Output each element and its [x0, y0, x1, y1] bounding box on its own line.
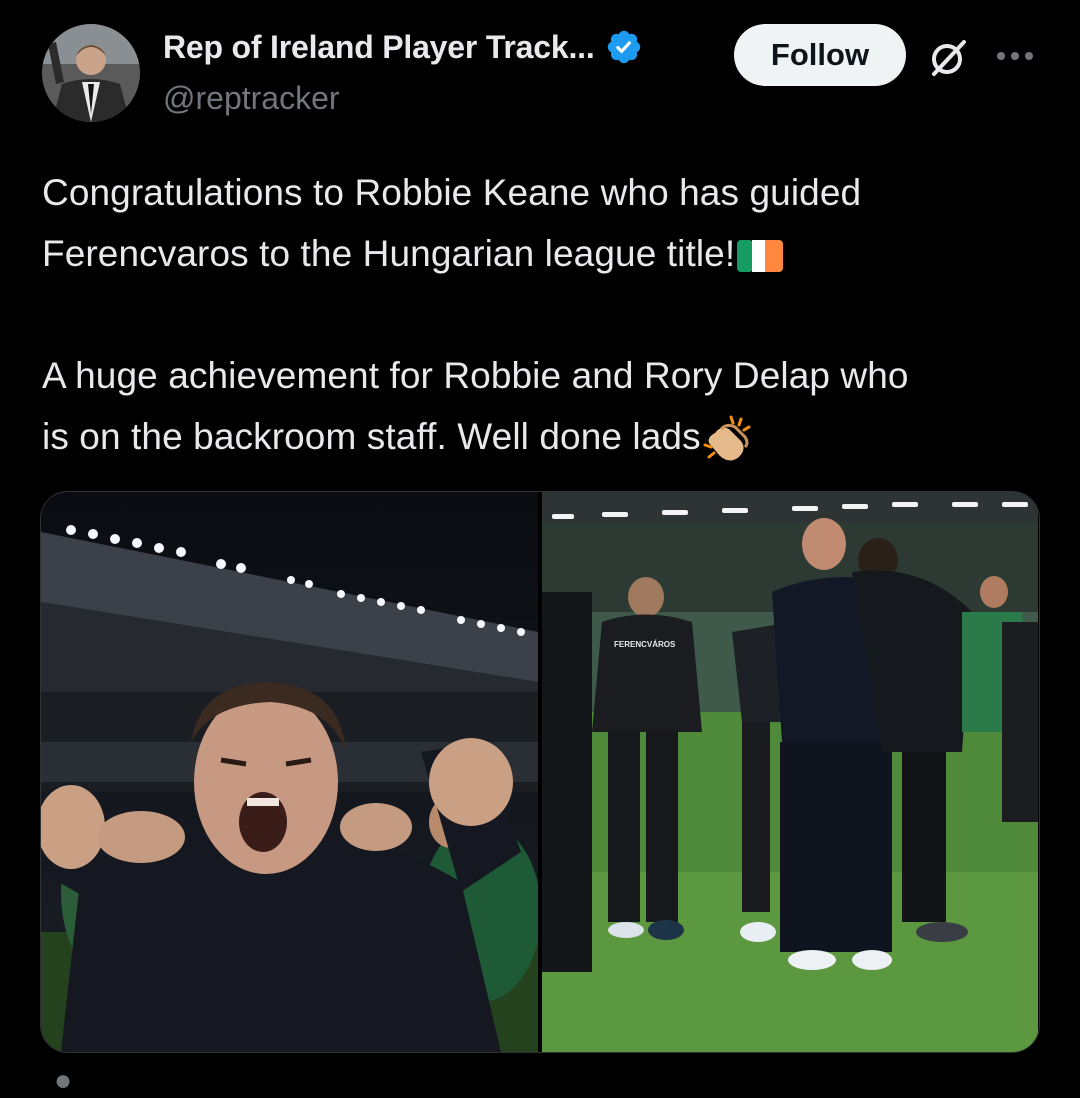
- follow-button[interactable]: Follow: [734, 24, 906, 86]
- more-icon[interactable]: [995, 50, 1035, 62]
- celebration-photo: [41, 492, 538, 1052]
- tweet-line-text: Congratulations to Robbie Keane who has …: [42, 172, 862, 213]
- author-avatar[interactable]: [42, 24, 140, 122]
- jersey-text: FERENCVÁROS: [614, 640, 676, 649]
- tweet-line: Ferencvaros to the Hungarian league titl…: [42, 223, 1052, 284]
- team-celebration-photo: FERENCVÁROS: [542, 492, 1038, 1052]
- tweet-line-text: is on the backroom staff. Well done lads: [42, 416, 701, 457]
- tweet-line: Congratulations to Robbie Keane who has …: [42, 162, 1052, 223]
- grok-icon[interactable]: [926, 36, 970, 80]
- tweet-text: Congratulations to Robbie Keane who has …: [42, 162, 1052, 467]
- verified-badge-icon: [607, 30, 640, 64]
- author-name-row[interactable]: Rep of Ireland Player Track...: [163, 28, 643, 66]
- author-display-name[interactable]: Rep of Ireland Player Track...: [163, 29, 595, 66]
- tweet-photo-1[interactable]: [41, 492, 538, 1052]
- tweet-line-text: Ferencvaros to the Hungarian league titl…: [42, 233, 736, 274]
- avatar-photo: [42, 24, 140, 122]
- tweet-line: is on the backroom staff. Well done lads: [42, 406, 1052, 467]
- tweet-media[interactable]: FERENCVÁROS: [40, 491, 1040, 1053]
- clapping-hands-emoji: [703, 415, 751, 461]
- quote-preview-cutoff: ●: [54, 1064, 73, 1097]
- author-handle[interactable]: @reptracker: [163, 80, 340, 117]
- tweet-line: A huge achievement for Robbie and Rory D…: [42, 345, 1052, 406]
- tweet-photo-2[interactable]: FERENCVÁROS: [542, 492, 1038, 1052]
- tweet-line-text: A huge achievement for Robbie and Rory D…: [42, 355, 909, 396]
- ireland-flag-emoji: [737, 240, 784, 273]
